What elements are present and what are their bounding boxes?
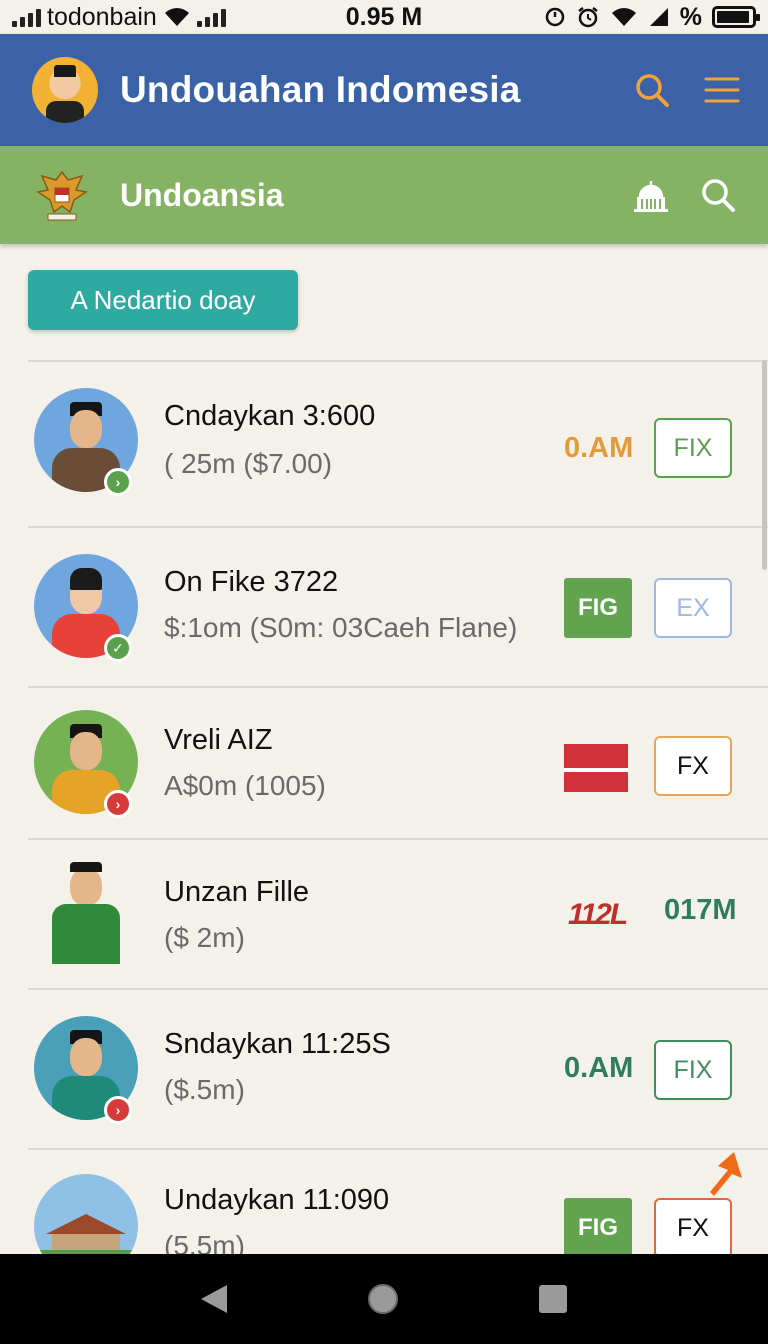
app-title: Undouahan Indomesia [120,69,521,110]
fix-button[interactable]: FIX [654,418,732,478]
search-icon[interactable] [634,72,670,108]
mosque-icon[interactable] [632,177,670,213]
status-bar: todonbain 0.95 M % [0,0,768,34]
fig-tag: FIG [564,578,632,638]
wifi-full-icon [611,8,636,26]
item-name: Cndaykan 3:600 [164,400,376,432]
item-value: 0.AM [564,432,634,464]
ex-button[interactable]: EX [654,578,732,638]
item-value: 0.AM [564,1052,634,1084]
item-meta: $:1om (S0m: 03Caeh Flane) [164,612,518,643]
avatar [34,860,138,964]
pointer-arrow-icon [710,1152,742,1196]
fig-tag: FIG [564,1198,632,1254]
list-item[interactable]: Unzan Fille ($ 2m) 112L 017M [28,838,768,988]
item-meta: A$0m (1005) [164,770,326,801]
signal-icon [12,7,41,27]
candidate-list: › Cndaykan 3:600 ( 25m ($7.00) 0.AM FIX … [28,360,768,1254]
list-item[interactable]: › Sndaykan 11:25S ($.5m) 0.AM FIX [28,988,768,1148]
status-badge: › [104,790,132,818]
item-name: On Fike 3722 [164,566,339,598]
primary-action-button[interactable]: A Nedartio doay [28,270,298,330]
battery-icon [712,6,760,28]
section-title: Undoansia [120,176,284,213]
system-nav-bar [0,1254,768,1344]
back-icon[interactable] [199,1283,229,1315]
item-name: Undaykan 11:090 [164,1184,390,1216]
status-badge: › [104,468,132,496]
item-meta: ( 25m ($7.00) [164,448,333,479]
list-item[interactable]: Undaykan 11:090 (5.5m) FIG FX [28,1148,768,1254]
recents-icon[interactable] [537,1283,569,1315]
item-value: 017M [664,894,737,926]
item-name: Unzan Fille [164,876,310,908]
scrollbar[interactable] [762,360,767,570]
signal-bars-icon [196,7,226,27]
section-bar: Undoansia [0,146,768,244]
item-meta: (5.5m) [164,1230,245,1254]
fx-button[interactable]: FX [654,1198,732,1254]
fix-button[interactable]: FIX [654,1040,732,1100]
item-name: Vreli AIZ [164,724,273,756]
fx-button[interactable]: FX [654,736,732,796]
clock-icon [578,7,598,28]
profile-avatar[interactable] [32,57,98,123]
menu-icon[interactable] [704,75,740,105]
cell-icon [649,8,668,26]
item-meta: ($.5m) [164,1074,245,1105]
status-badge: › [104,1096,132,1124]
garuda-emblem-icon [36,170,88,221]
list-item[interactable]: ✓ On Fike 3722 $:1om (S0m: 03Caeh Flane)… [28,526,768,686]
list-item[interactable]: › Vreli AIZ A$0m (1005) FX [28,686,768,838]
red-white-flag-icon [564,744,628,792]
alarm-icon [545,7,565,27]
avatar [34,1174,138,1254]
wifi-icon [164,8,189,26]
search-icon[interactable] [700,177,736,213]
battery-percent: % [679,2,702,31]
status-badge: ✓ [104,634,132,662]
status-time: 0.95 M [345,2,423,31]
app-bar: Undouahan Indomesia [0,34,768,146]
item-meta: ($ 2m) [164,922,245,953]
party-logo: 112L [568,898,628,931]
home-icon[interactable] [366,1282,400,1316]
carrier-label: todonbain [47,2,157,31]
list-item[interactable]: › Cndaykan 3:600 ( 25m ($7.00) 0.AM FIX [28,360,768,526]
item-name: Sndaykan 11:25S [164,1028,391,1060]
